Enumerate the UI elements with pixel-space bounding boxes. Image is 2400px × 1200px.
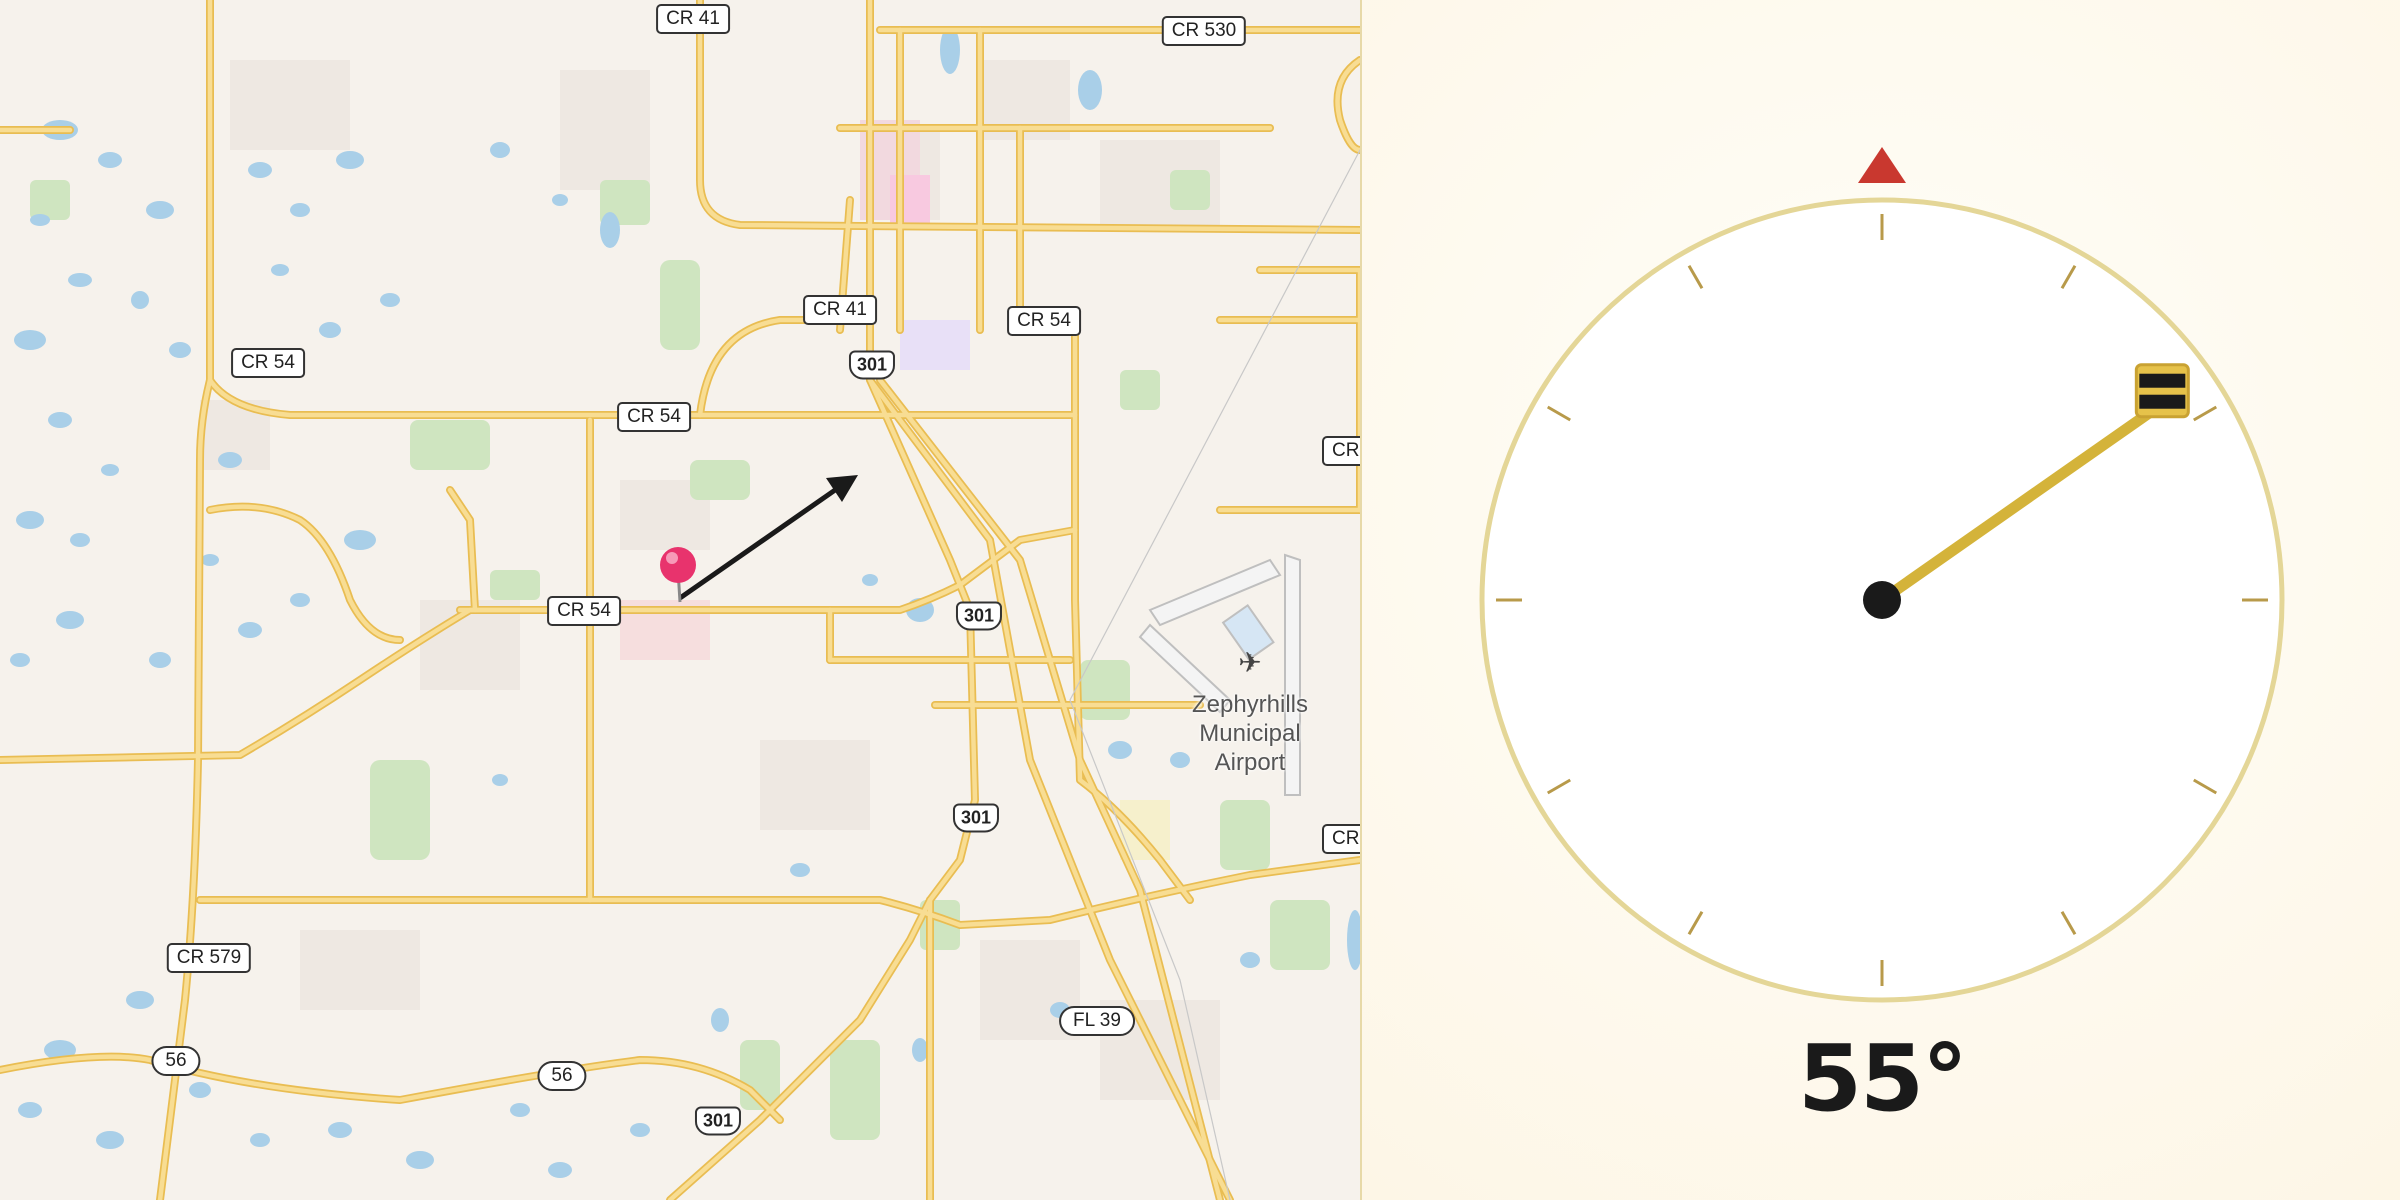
compass-hub: [1863, 581, 1901, 619]
road-label: CR: [1322, 824, 1360, 854]
road-label: CR 579: [166, 943, 252, 973]
road-label: 301: [952, 803, 1000, 833]
road-label: CR 54: [547, 596, 621, 626]
airport-label: Zephyrhills Municipal Airport: [1192, 690, 1308, 777]
airport-name-line2: Municipal Airport: [1199, 720, 1301, 776]
needle-knob-icon[interactable]: [2134, 363, 2190, 419]
map-panel[interactable]: ✈ CR 41 CR 530 CR 41 CR 54 CR 54 CR 54 C…: [0, 0, 1362, 1200]
road-label: CR 54: [617, 402, 691, 432]
road-label: CR 41: [803, 295, 877, 325]
road-label: 56: [537, 1061, 587, 1091]
heading-readout: 55°: [1797, 1025, 1968, 1132]
compass-dial: [1479, 147, 2285, 1003]
airplane-icon: ✈: [1238, 646, 1261, 679]
road-label: CR 54: [231, 348, 305, 378]
road-label: CR 41: [656, 4, 730, 34]
compass-panel: 55°: [1362, 0, 2400, 1200]
map-pin-icon[interactable]: [660, 547, 696, 603]
road-label: CR: [1322, 436, 1360, 466]
road-label: 56: [151, 1046, 201, 1076]
road-label: CR 54: [1007, 306, 1081, 336]
map-canvas[interactable]: ✈: [0, 0, 1360, 1200]
airport-name-line1: Zephyrhills: [1191, 691, 1309, 718]
road-label: CR 530: [1161, 16, 1247, 46]
road-label: 301: [694, 1106, 742, 1136]
north-triangle-icon: [1858, 147, 1906, 183]
road-label: 301: [848, 350, 896, 380]
road-label: FL 39: [1059, 1006, 1135, 1036]
road-label: 301: [955, 601, 1003, 631]
